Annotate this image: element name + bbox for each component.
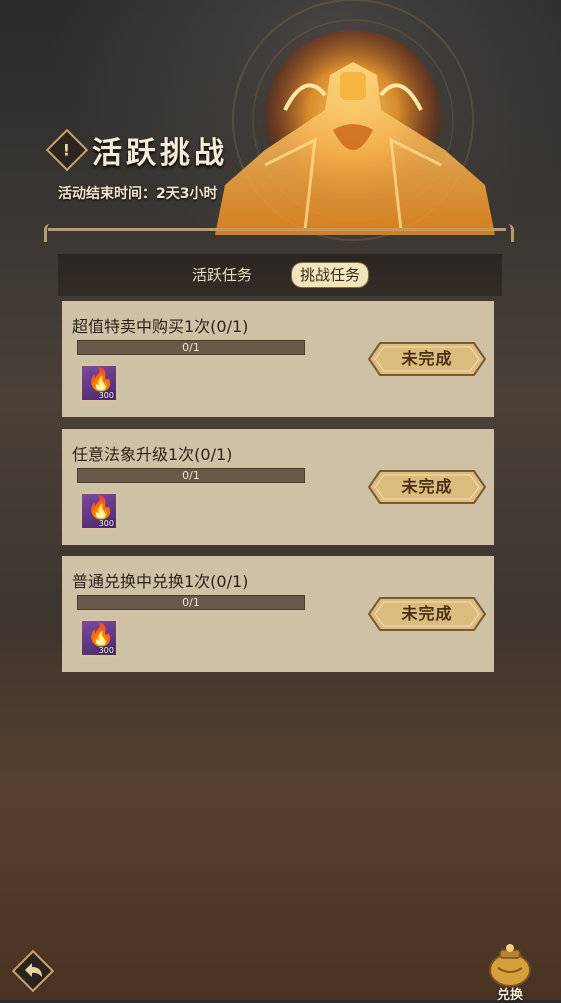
task-title: 任意法象升级1次(0/1) — [72, 445, 233, 464]
treasure-pot-icon — [489, 944, 531, 987]
ground-background — [0, 640, 561, 1000]
task-progress-bar: 0/1 — [77, 340, 305, 355]
reward-item[interactable]: 🔥 300 — [80, 619, 118, 657]
exchange-button[interactable]: 兑换 — [480, 940, 540, 1003]
reward-quantity: 300 — [98, 391, 114, 400]
task-status-button[interactable]: 未完成 — [368, 341, 486, 377]
task-progress-bar: 0/1 — [77, 595, 305, 610]
progress-text: 0/1 — [182, 341, 200, 354]
panel-corner-right — [501, 224, 514, 242]
tab-active-tasks[interactable]: 活跃任务 — [184, 263, 260, 287]
task-title: 普通兑换中兑换1次(0/1) — [72, 572, 249, 591]
tab-bar — [58, 254, 502, 296]
task-status-button[interactable]: 未完成 — [368, 596, 486, 632]
task-card: 任意法象升级1次(0/1) 0/1 🔥 300 未完成 — [62, 429, 494, 545]
progress-text: 0/1 — [182, 469, 200, 482]
reward-item[interactable]: 🔥 300 — [80, 492, 118, 530]
task-card: 超值特卖中购买1次(0/1) 0/1 🔥 300 未完成 — [62, 301, 494, 417]
back-button[interactable] — [10, 948, 56, 994]
reward-item[interactable]: 🔥 300 — [80, 364, 118, 402]
reward-quantity: 300 — [98, 519, 114, 528]
exchange-label: 兑换 — [496, 988, 523, 1003]
task-status-label: 未完成 — [401, 604, 453, 623]
page-title: 活跃挑战 — [92, 136, 228, 171]
task-status-button[interactable]: 未完成 — [368, 469, 486, 505]
tab-challenge-tasks[interactable]: 挑战任务 — [292, 263, 369, 287]
task-card: 普通兑换中兑换1次(0/1) 0/1 🔥 300 未完成 — [62, 556, 494, 672]
exclamation-badge-icon: ! — [45, 128, 89, 172]
event-end-time: 活动结束时间：2天3小时 — [58, 186, 218, 202]
reward-quantity: 300 — [98, 646, 114, 655]
task-title: 超值特卖中购买1次(0/1) — [72, 317, 249, 336]
page-title-row: ! 活跃挑战 — [45, 128, 228, 172]
task-progress-bar: 0/1 — [77, 468, 305, 483]
deity-illustration — [215, 0, 495, 241]
task-status-label: 未完成 — [401, 349, 453, 368]
task-status-label: 未完成 — [401, 477, 453, 496]
progress-text: 0/1 — [182, 596, 200, 609]
panel-corner-left — [44, 224, 57, 242]
back-arrow-icon — [11, 949, 55, 993]
